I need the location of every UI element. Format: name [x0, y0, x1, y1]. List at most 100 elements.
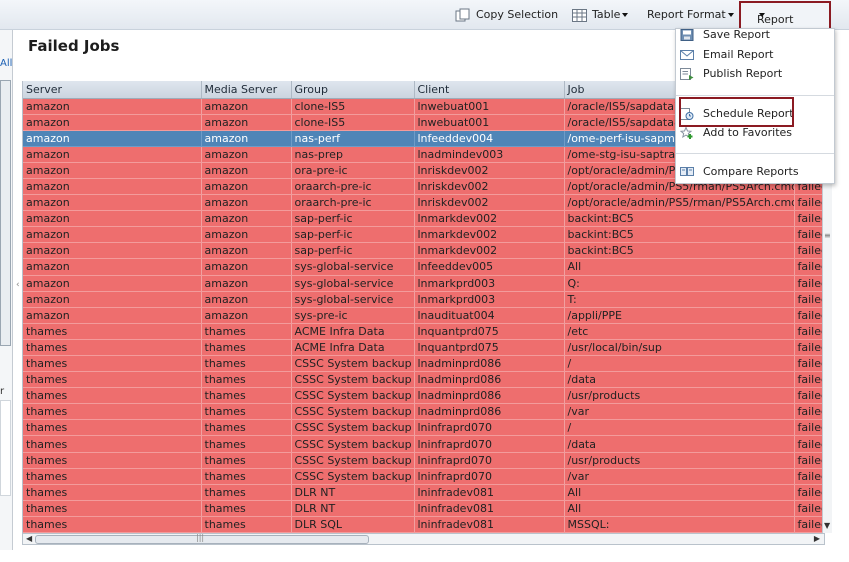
scroll-left-icon[interactable]: ◀ — [26, 534, 32, 543]
scroll-down-icon[interactable]: ▼ — [824, 521, 830, 530]
scroll-right-icon[interactable]: ▶ — [814, 534, 820, 543]
table-row[interactable]: amazon amazon oraarch-pre-ic lnriskdev002/o… — [23, 194, 831, 212]
table-row[interactable]: amazon amazon sys-global-service lnmarkprd0… — [23, 291, 831, 308]
cell-client: lnaudituat004 — [414, 307, 565, 324]
cell-job: T: — [564, 291, 795, 308]
table-row[interactable]: thames thames CSSC System backup lninfraprd… — [23, 468, 831, 485]
menu-item-label: Publish Report — [703, 67, 783, 80]
cell-server: thames — [23, 500, 202, 517]
cell-group: clone-IS5 — [291, 114, 415, 131]
cell-client: lnadminprd086 — [414, 403, 565, 421]
table-row[interactable]: thames thames CSSC System backup lnadminprd… — [23, 355, 831, 373]
cell-server: amazon — [23, 242, 202, 260]
cell-client: lnmarkdev002 — [414, 226, 565, 244]
table-row[interactable]: thames thames CSSC System backup lninfraprd… — [23, 452, 831, 469]
table-row[interactable]: amazon amazon sys-global-service lnfeeddev0… — [23, 258, 831, 276]
cell-server: thames — [23, 339, 202, 357]
table-menu-button[interactable]: Table — [572, 7, 629, 23]
table-row[interactable]: amazon amazon sys-global-service lnmarkprd0… — [23, 275, 831, 292]
cell-job: /usr/local/bin/sup — [564, 339, 795, 357]
cell-server: thames — [23, 387, 202, 405]
table-row[interactable]: thames thames CSSC System backup lnadminprd… — [23, 387, 831, 405]
cell-client: lninfraprd070 — [414, 435, 565, 453]
menu-item-label: Compare Reports — [703, 165, 799, 178]
cell-group: CSSC System backup — [291, 355, 415, 373]
cell-client: lnriskdev002 — [414, 162, 565, 179]
left-list-box[interactable] — [0, 80, 11, 346]
cell-server: amazon — [23, 291, 202, 308]
cell-group: CSSC System backup — [291, 435, 415, 453]
panel-resize-handle[interactable]: ‹ — [16, 280, 20, 296]
horizontal-scrollbar[interactable]: ◀ ||| ▶ — [22, 533, 825, 545]
menu-divider — [676, 95, 834, 96]
cell-group: ora-pre-ic — [291, 162, 415, 179]
cell-client: lninfradev081 — [414, 516, 565, 533]
cell-client: lnwebuat001 — [414, 98, 565, 115]
column-header-group[interactable]: Group — [291, 81, 415, 99]
menu-item-email-report[interactable]: Email Report — [680, 46, 773, 64]
table-row[interactable]: thames thames CSSC System backup lnadminprd… — [23, 371, 831, 389]
cell-media-server: thames — [201, 323, 292, 340]
table-row[interactable]: thames thames DLR NT lninfradev081 All failed — [23, 500, 831, 517]
cell-server: thames — [23, 516, 202, 533]
cell-server: amazon — [23, 275, 202, 292]
cell-client: lnmarkdev002 — [414, 242, 565, 260]
report-format-button[interactable]: Report Format — [647, 7, 734, 23]
cell-job: /appli/PPE — [564, 307, 795, 324]
cell-media-server: thames — [201, 355, 292, 373]
cell-client: lninfradev081 — [414, 500, 565, 517]
table-row[interactable]: thames thames CSSC System backup lninfraprd… — [23, 419, 831, 437]
column-header-server[interactable]: Server — [23, 81, 202, 99]
table-row[interactable]: thames thames ACME Infra Data lnquantprd075… — [23, 323, 831, 340]
table-row[interactable]: thames thames DLR NT lninfradev081 All failed — [23, 484, 831, 501]
column-header-client[interactable]: Client — [414, 81, 565, 99]
table-row[interactable]: amazon amazon sap-perf-ic lnmarkdev002 backi… — [23, 242, 831, 260]
publish-icon — [680, 68, 694, 80]
table-row[interactable]: thames thames DLR SQL lninfradev081 MSSQL: fa… — [23, 516, 831, 533]
table-row[interactable]: amazon amazon sap-perf-ic lnmarkdev002 backi… — [23, 210, 831, 228]
cell-client: lnadminprd086 — [414, 371, 565, 389]
cell-media-server: thames — [201, 403, 292, 421]
cell-group: CSSC System backup — [291, 468, 415, 485]
cell-media-server: amazon — [201, 146, 292, 163]
cell-media-server: amazon — [201, 178, 292, 196]
cell-group: sys-pre-ic — [291, 307, 415, 324]
cell-media-server: thames — [201, 435, 292, 453]
table-row[interactable]: thames thames ACME Infra Data lnquantprd075… — [23, 339, 831, 357]
copy-selection-button[interactable]: Copy Selection — [455, 7, 558, 23]
column-header-media-server[interactable]: Media Server — [201, 81, 292, 99]
left-list-scrollbar[interactable] — [1, 81, 10, 345]
menu-item-compare-reports[interactable]: Compare Reports — [680, 163, 799, 181]
cell-job: /usr/products — [564, 452, 795, 469]
cell-client: lnmarkprd003 — [414, 291, 565, 308]
cell-media-server: thames — [201, 484, 292, 501]
cell-job: All — [564, 258, 795, 276]
cell-job: /var — [564, 468, 795, 485]
cell-client: lnwebuat001 — [414, 114, 565, 131]
table-row[interactable]: amazon amazon sap-perf-ic lnmarkdev002 backi… — [23, 226, 831, 244]
cell-job: backint:BC5 — [564, 226, 795, 244]
cell-job: All — [564, 484, 795, 501]
horizontal-scroll-thumb[interactable]: ||| — [35, 533, 369, 544]
cell-media-server: amazon — [201, 210, 292, 228]
menu-item-label: Save Report — [703, 28, 770, 41]
menu-item-save-report[interactable]: Save Report — [680, 26, 770, 44]
cell-media-server: amazon — [201, 307, 292, 324]
cell-group: sap-perf-ic — [291, 210, 415, 228]
table-row[interactable]: thames thames CSSC System backup lninfraprd… — [23, 435, 831, 453]
cell-group: DLR NT — [291, 484, 415, 501]
cell-group: sys-global-service — [291, 291, 415, 308]
table-row[interactable]: amazon amazon sys-pre-ic lnaudituat004/appl… — [23, 307, 831, 324]
table-row[interactable]: thames thames CSSC System backup lnadminprd… — [23, 403, 831, 421]
cell-media-server: amazon — [201, 98, 292, 115]
cell-client: lnadminprd086 — [414, 355, 565, 373]
menu-item-publish-report[interactable]: Publish Report — [680, 65, 782, 83]
cell-server: thames — [23, 355, 202, 373]
cell-group: sap-perf-ic — [291, 226, 415, 244]
cell-media-server: thames — [201, 339, 292, 357]
cell-server: amazon — [23, 98, 202, 115]
cell-server: amazon — [23, 226, 202, 244]
select-all-link[interactable]: All — [0, 58, 12, 69]
cell-server: amazon — [23, 162, 202, 179]
cell-server: thames — [23, 468, 202, 485]
